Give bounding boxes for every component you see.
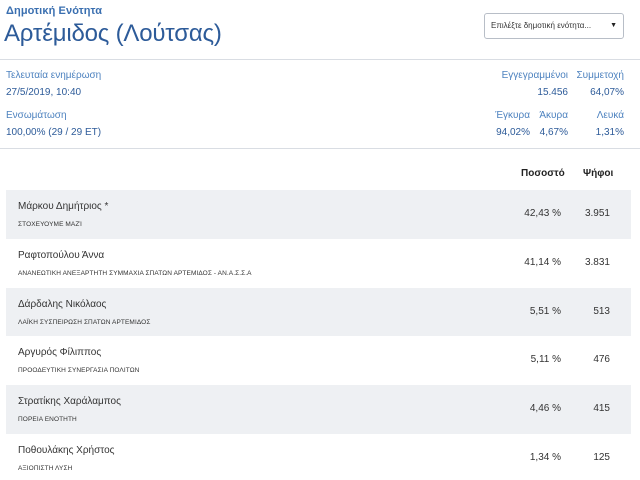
page-header: Δημοτική Ενότητα Αρτέμιδος (Λούτσας) Επι…: [0, 0, 640, 60]
vote-count: 3.951: [584, 208, 610, 219]
blank-value: 1,31%: [595, 127, 624, 138]
integration-value: 100,00% (29 / 29 ΕΤ): [6, 127, 102, 138]
vote-percent: 41,14 %: [524, 256, 561, 268]
table-row: Αργυρός Φίλιππος ΠΡΟΟΔΕΥΤΙΚΗ ΣΥΝΕΡΓΑΣΙΑ …: [6, 336, 631, 385]
vote-percent: 4,46 %: [529, 403, 561, 415]
invalid-value: 4,67%: [539, 127, 568, 138]
vote-count: 3.831: [584, 256, 610, 268]
stats-panel: Τελευταία ενημέρωση 27/5/2019, 10:40 Ενσ…: [0, 60, 640, 149]
municipal-unit-select-value: Επιλέξτε δημοτική ενότητα...: [491, 21, 592, 30]
blank-label: Λευκά: [596, 110, 624, 121]
table-row: Ποθουλάκης Χρήστος ΑΞΙΟΠΙΣΤΗ ΛΥΣΗ 1,34 %…: [6, 434, 631, 480]
candidate-name: Δάρδαλης Νικόλαος: [18, 298, 107, 310]
turnout-label: Συμμετοχή: [576, 70, 624, 81]
column-header-percent: Ποσοστό: [521, 168, 565, 179]
party-name: ΑΝΑΝΕΩΤΙΚΗ ΑΝΕΞΑΡΤΗΤΗ ΣΥΜΜΑΧΙΑ ΣΠΑΤΩΝ ΑΡ…: [18, 269, 252, 277]
last-update-value: 27/5/2019, 10:40: [6, 87, 82, 98]
table-row: Ραφτοπούλου Άννα ΑΝΑΝΕΩΤΙΚΗ ΑΝΕΞΑΡΤΗΤΗ Σ…: [6, 239, 631, 288]
integration-label: Ενσωμάτωση: [6, 110, 67, 121]
table-row: Μάρκου Δημήτριος * ΣΤΟΧΕΥΟΥΜΕ μαζί 42,43…: [6, 190, 631, 239]
municipal-unit-select[interactable]: Επιλέξτε δημοτική ενότητα... ▼: [484, 13, 624, 39]
column-header-votes: Ψήφοι: [583, 168, 614, 179]
party-name: ΠΡΟΟΔΕΥΤΙΚΗ ΣΥΝΕΡΓΑΣΙΑ ΠΟΛΙΤΩΝ: [18, 367, 140, 375]
vote-percent: 5,51 %: [529, 305, 561, 317]
candidate-name: Μάρκου Δημήτριος *: [18, 201, 109, 212]
registered-value: 15.456: [537, 87, 568, 98]
vote-count: 415: [593, 403, 610, 415]
candidate-name: Στρατίκης Χαράλαμπος: [18, 396, 121, 408]
candidate-name: Ποθουλάκης Χρήστος: [18, 445, 115, 456]
turnout-value: 64,07%: [590, 87, 624, 98]
registered-label: Εγγεγραμμένοι: [501, 70, 568, 81]
party-name: ΑΞΙΟΠΙΣΤΗ ΛΥΣΗ: [18, 465, 73, 472]
page-title: Αρτέμιδος (Λούτσας): [4, 20, 222, 47]
valid-value: 94,02%: [496, 127, 530, 138]
valid-label: Έγκυρα: [495, 110, 530, 121]
candidate-name: Αργυρός Φίλιππος: [18, 347, 102, 359]
vote-percent: 42,43 %: [524, 208, 561, 219]
party-name: ΠΟΡΕΙΑ ΕΝΟΤΗΤΗ: [18, 416, 77, 424]
candidate-name: Ραφτοπούλου Άννα: [18, 249, 105, 261]
invalid-label: Άκυρα: [539, 110, 568, 121]
vote-count: 513: [593, 305, 610, 317]
vote-count: 125: [593, 452, 610, 463]
party-name: ΣΤΟΧΕΥΟΥΜΕ μαζί: [18, 221, 83, 228]
vote-percent: 5,11 %: [530, 354, 561, 366]
table-row: Δάρδαλης Νικόλαος ΛΑΪΚΗ ΣΥΣΠΕΙΡΩΣΗ ΣΠΑΤΩ…: [6, 287, 631, 337]
vote-count: 476: [593, 354, 610, 366]
page-subtitle: Δημοτική Ενότητα: [6, 5, 103, 17]
vote-percent: 1,34 %: [529, 452, 561, 463]
last-update-label: Τελευταία ενημέρωση: [6, 70, 102, 81]
party-name: ΛΑΪΚΗ ΣΥΣΠΕΙΡΩΣΗ ΣΠΑΤΩΝ ΑΡΤΕΜΙΔΟΣ: [18, 318, 151, 326]
table-row: Στρατίκης Χαράλαμπος ΠΟΡΕΙΑ ΕΝΟΤΗΤΗ 4,46…: [6, 385, 631, 434]
chevron-down-icon: ▼: [610, 22, 617, 29]
